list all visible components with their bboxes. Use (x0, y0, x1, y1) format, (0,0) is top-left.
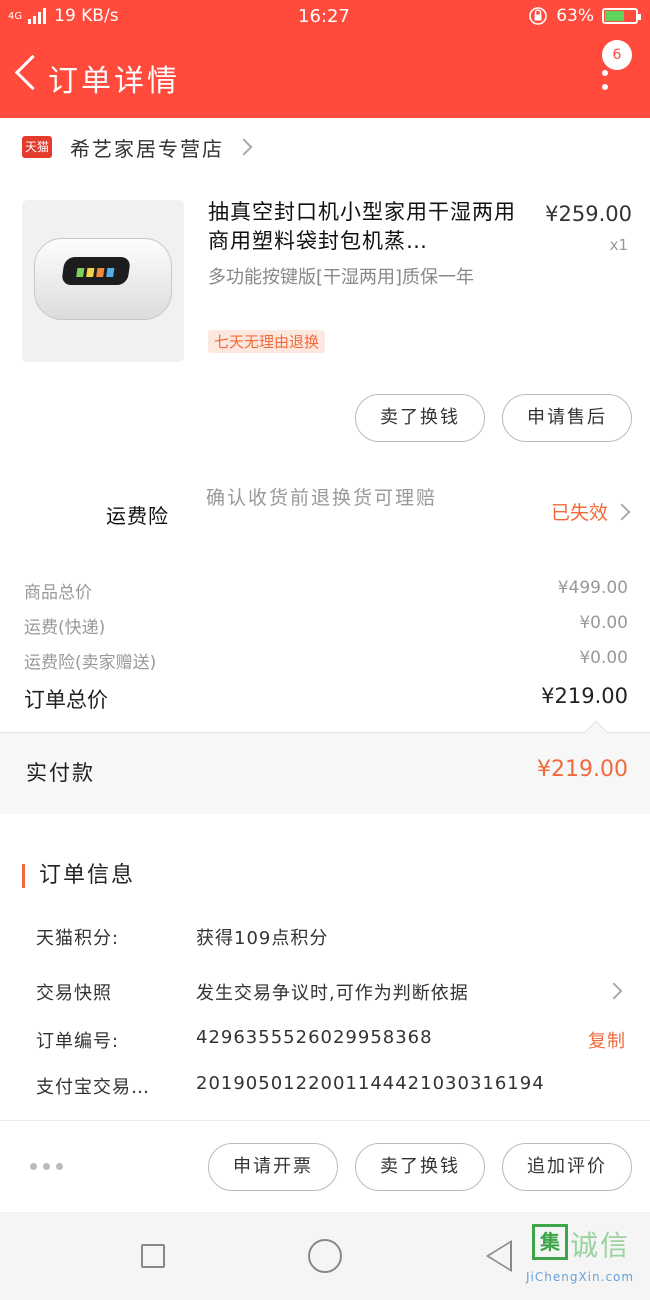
points-label: 天猫积分: (36, 928, 120, 949)
return-policy-tag: 七天无理由退换 (208, 330, 326, 353)
network-speed: 19 KB/s (54, 6, 119, 26)
back-arrow-icon[interactable] (12, 50, 42, 96)
actual-payment-value: ¥219.00 (537, 757, 628, 782)
actual-payment-row: 实付款 ¥219.00 (0, 720, 650, 814)
insurance-label: 运费险 (106, 504, 169, 528)
alipay-value: 2019050122001144421030316194 (196, 1073, 545, 1094)
goods-total-label: 商品总价 (24, 583, 92, 603)
watermark-char: 集 (532, 1224, 568, 1260)
insurance-description: 确认收货前退换货可理赔 (206, 487, 438, 509)
header-bar: 4G 19 KB/s 16:27 63% 订单详情 6 (0, 0, 650, 118)
watermark-text: 诚信 (570, 1229, 631, 1262)
more-dot-icon (602, 84, 608, 90)
watermark-site: JiChengXin.com (526, 1270, 635, 1284)
rotation-lock-icon (529, 7, 548, 25)
order-item-card: 天猫 希艺家居专营店 抽真空封口机小型家用干湿两用商用塑料袋封包机蒸… ¥259… (0, 118, 650, 938)
insurance-fee-row: 运费险(卖家赠送) ¥0.00 (24, 648, 628, 673)
product-spec: 多功能按键版[干湿两用]质保一年 (208, 267, 475, 288)
insurance-fee-label: 运费险(卖家赠送) (24, 653, 157, 673)
order-total-label: 订单总价 (24, 688, 108, 712)
nav-bar: 订单详情 6 (0, 40, 650, 110)
after-sale-button[interactable]: 申请售后 (502, 394, 632, 442)
shipping-value: ¥0.00 (579, 613, 628, 633)
product-price: ¥259.00 (545, 202, 632, 226)
battery-percent: 63% (556, 6, 594, 26)
bottom-action-bar: 申请开票 卖了换钱 追加评价 (0, 1120, 650, 1212)
page-title: 订单详情 (48, 64, 180, 99)
chevron-right-icon (605, 982, 623, 1000)
watermark-logo: 集 诚信 JiChengXin.com (526, 1224, 644, 1296)
alipay-label: 支付宝交易… (36, 1077, 150, 1098)
insurance-fee-value: ¥0.00 (579, 648, 628, 668)
sealer-machine-illustration (34, 238, 172, 320)
back-triangle-icon[interactable] (486, 1240, 512, 1272)
order-total-value: ¥219.00 (541, 684, 628, 708)
shipping-label: 运费(快递) (24, 618, 106, 638)
product-name[interactable]: 抽真空封口机小型家用干湿两用商用塑料袋封包机蒸… (208, 198, 518, 256)
store-link[interactable]: 天猫 希艺家居专营店 (0, 118, 650, 176)
chevron-right-icon (613, 503, 631, 520)
shipping-row: 运费(快递) ¥0.00 (24, 613, 628, 638)
invoice-button[interactable]: 申请开票 (208, 1143, 338, 1191)
product-image[interactable] (22, 200, 184, 362)
insurance-status-text: 已失效 (550, 502, 608, 524)
more-dot-icon (602, 70, 608, 76)
add-review-button[interactable]: 追加评价 (502, 1143, 632, 1191)
actual-payment-label: 实付款 (26, 761, 95, 785)
order-number-value: 4296355526029958368 (196, 1027, 433, 1048)
message-count-badge[interactable]: 6 (602, 40, 632, 70)
battery-icon (602, 8, 641, 24)
goods-total-value: ¥499.00 (557, 578, 628, 598)
snapshot-value: 发生交易争议时,可作为判断依据 (196, 983, 469, 1004)
store-name: 希艺家居专营店 (70, 136, 224, 161)
system-nav-bar: 集 诚信 JiChengXin.com (0, 1214, 650, 1300)
clock: 16:27 (298, 6, 350, 27)
home-icon[interactable] (308, 1239, 342, 1273)
signal-icon (28, 8, 47, 24)
insurance-status[interactable]: 已失效 (550, 498, 631, 525)
status-bar: 4G 19 KB/s 16:27 63% (0, 0, 650, 34)
snapshot-label: 交易快照 (36, 983, 112, 1004)
points-value: 获得109点积分 (196, 928, 329, 949)
order-info-card: 订单信息 天猫积分: 获得109点积分 交易快照 发生交易争议时,可作为判断依据… (0, 838, 650, 1120)
goods-total-row: 商品总价 ¥499.00 (24, 578, 628, 603)
copy-button[interactable]: 复制 (588, 1027, 626, 1053)
network-label: 4G (8, 10, 23, 22)
sell-for-cash-button[interactable]: 卖了换钱 (355, 1143, 485, 1191)
recent-apps-icon[interactable] (141, 1244, 165, 1268)
order-total-row: 订单总价 ¥219.00 (24, 684, 628, 714)
order-number-label: 订单编号: (36, 1031, 120, 1052)
tmall-icon: 天猫 (22, 136, 52, 158)
more-actions-icon[interactable] (30, 1163, 63, 1170)
sell-for-cash-button[interactable]: 卖了换钱 (355, 394, 485, 442)
product-quantity: x1 (609, 236, 628, 254)
chevron-right-icon (235, 138, 253, 156)
order-info-title: 订单信息 (22, 864, 135, 888)
